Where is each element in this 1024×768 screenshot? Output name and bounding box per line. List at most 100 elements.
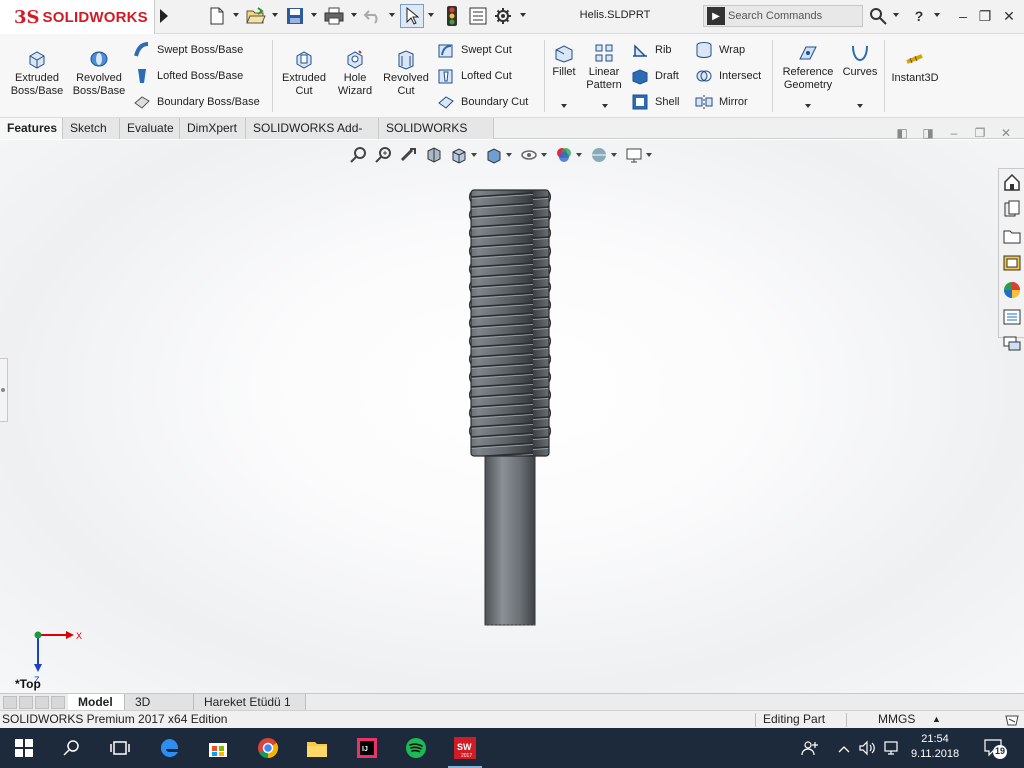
view-palette-icon[interactable]	[1002, 253, 1022, 273]
view-orientation-icon[interactable]	[450, 146, 468, 164]
options-dropdown-icon[interactable]	[520, 13, 526, 17]
zoom-to-area-icon[interactable]	[375, 146, 393, 164]
print-dropdown-icon[interactable]	[351, 13, 357, 17]
tab-3d-views[interactable]: 3D Views	[125, 694, 194, 725]
save-icon[interactable]	[285, 6, 305, 26]
menu-expand-icon[interactable]	[160, 9, 168, 23]
network-icon[interactable]	[882, 740, 900, 759]
section-view-icon[interactable]	[425, 146, 443, 164]
select-pointer-icon[interactable]	[400, 4, 424, 28]
swept-boss-button[interactable]: Swept Boss/Base	[133, 40, 243, 60]
viewport-restore-icon[interactable]: ❐	[972, 126, 988, 140]
tab-solidworks-mbd[interactable]: SOLIDWORKS MBD	[379, 118, 494, 155]
next-tab-arrow-icon[interactable]	[35, 696, 49, 709]
restore-button[interactable]: ❐	[977, 8, 993, 25]
help-button[interactable]: ?	[911, 8, 927, 24]
open-document-icon[interactable]	[246, 6, 266, 26]
hide-show-items-icon[interactable]	[520, 146, 538, 164]
volume-icon[interactable]	[858, 740, 876, 759]
help-dropdown-icon[interactable]	[934, 13, 940, 17]
display-style-dropdown-icon[interactable]	[506, 153, 512, 157]
tab-model[interactable]: Model	[68, 694, 125, 711]
viewport-close-icon[interactable]: ✕	[998, 126, 1014, 140]
pane-right-icon[interactable]: ◨	[920, 126, 936, 140]
action-center-icon[interactable]: 19	[983, 736, 1013, 765]
view-settings-icon[interactable]	[625, 146, 643, 164]
tab-dimxpert[interactable]: DimXpert	[180, 118, 246, 139]
unit-system-arrow-icon[interactable]: ▲	[932, 711, 941, 728]
view-orientation-dropdown-icon[interactable]	[471, 153, 477, 157]
draft-button[interactable]: Draft	[631, 66, 679, 86]
search-icon[interactable]	[868, 6, 888, 26]
solidworks-forum-icon[interactable]	[1002, 334, 1022, 354]
solidworks-taskbar-icon[interactable]: SW 2017	[448, 736, 482, 768]
select-dropdown-icon[interactable]	[428, 13, 434, 17]
appearances-scenes-icon[interactable]	[1002, 280, 1022, 300]
swept-cut-button[interactable]: Swept Cut	[437, 40, 512, 60]
people-icon[interactable]	[801, 740, 819, 759]
custom-properties-icon[interactable]	[1002, 307, 1022, 327]
system-clock[interactable]: 21:54 9.11.2018	[905, 732, 965, 762]
intersect-button[interactable]: Intersect	[695, 66, 761, 86]
pane-left-icon[interactable]: ◧	[894, 126, 910, 140]
customize-status-bar-icon[interactable]	[1004, 712, 1020, 728]
taskbar-search-icon[interactable]	[60, 736, 84, 760]
display-style-icon[interactable]	[485, 146, 503, 164]
lofted-cut-button[interactable]: Lofted Cut	[437, 66, 512, 86]
solidworks-resources-icon[interactable]	[1002, 172, 1022, 192]
rebuild-traffic-light-icon[interactable]	[442, 6, 462, 26]
tab-features[interactable]: Features	[0, 118, 63, 139]
reference-geometry-dropdown-icon[interactable]	[805, 104, 811, 108]
windows-start-icon[interactable]	[12, 736, 36, 760]
graphics-area[interactable]: ◧ ◨ – ❐ ✕ X Z *Top	[0, 126, 1024, 693]
new-document-icon[interactable]	[207, 6, 227, 26]
show-hidden-icons-icon[interactable]	[838, 742, 850, 756]
tab-evaluate[interactable]: Evaluate	[120, 118, 180, 139]
edit-appearance-icon[interactable]	[555, 146, 573, 164]
task-view-icon[interactable]	[108, 736, 132, 760]
revolved-boss-button[interactable]: Revolved Boss/Base	[70, 48, 128, 98]
file-properties-icon[interactable]	[468, 6, 488, 26]
minimize-button[interactable]: –	[955, 8, 971, 24]
save-dropdown-icon[interactable]	[311, 13, 317, 17]
solidworks-logo[interactable]: 3S SOLIDWORKS	[0, 0, 155, 34]
tab-solidworks-add-ins[interactable]: SOLIDWORKS Add-Ins	[246, 118, 379, 155]
close-button[interactable]: ✕	[1001, 8, 1017, 25]
chrome-browser-icon[interactable]	[256, 736, 280, 760]
file-explorer-taskbar-icon[interactable]	[305, 736, 329, 760]
threaded-part-model[interactable]	[455, 180, 565, 640]
boundary-cut-button[interactable]: Boundary Cut	[437, 92, 528, 112]
previous-tab-arrow-icon[interactable]	[19, 696, 33, 709]
print-icon[interactable]	[324, 6, 344, 26]
search-commands-field[interactable]: ▶ Search Commands	[703, 5, 863, 27]
fillet-dropdown-icon[interactable]	[561, 104, 567, 108]
last-tab-arrow-icon[interactable]	[51, 696, 65, 709]
view-settings-dropdown-icon[interactable]	[646, 153, 652, 157]
extruded-boss-button[interactable]: Extruded Boss/Base	[8, 48, 66, 98]
curves-dropdown-icon[interactable]	[857, 104, 863, 108]
rib-button[interactable]: Rib	[631, 40, 672, 60]
mirror-button[interactable]: Mirror	[695, 92, 748, 112]
revolved-cut-button[interactable]: Revolved Cut	[380, 48, 432, 98]
linear-pattern-dropdown-icon[interactable]	[602, 104, 608, 108]
feature-manager-handle[interactable]	[0, 358, 8, 422]
options-gear-icon[interactable]	[493, 6, 513, 26]
edit-appearance-dropdown-icon[interactable]	[576, 153, 582, 157]
extruded-cut-button[interactable]: Extruded Cut	[277, 48, 331, 98]
reference-geometry-button[interactable]: Reference Geometry	[779, 42, 837, 92]
tab-sketch[interactable]: Sketch	[63, 118, 120, 139]
microsoft-store-icon[interactable]	[206, 736, 230, 760]
wrap-button[interactable]: Wrap	[695, 40, 745, 60]
previous-view-icon[interactable]	[400, 146, 418, 164]
first-tab-arrow-icon[interactable]	[3, 696, 17, 709]
spotify-icon[interactable]	[404, 736, 428, 760]
shell-button[interactable]: Shell	[631, 92, 679, 112]
apply-scene-icon[interactable]	[590, 146, 608, 164]
hide-show-dropdown-icon[interactable]	[541, 153, 547, 157]
zoom-to-fit-icon[interactable]	[350, 146, 368, 164]
lofted-boss-button[interactable]: Lofted Boss/Base	[133, 66, 243, 86]
open-dropdown-icon[interactable]	[272, 13, 278, 17]
new-dropdown-icon[interactable]	[233, 13, 239, 17]
hole-wizard-button[interactable]: Hole Wizard	[332, 48, 378, 98]
unit-system-selector[interactable]: MMGS	[878, 711, 915, 728]
